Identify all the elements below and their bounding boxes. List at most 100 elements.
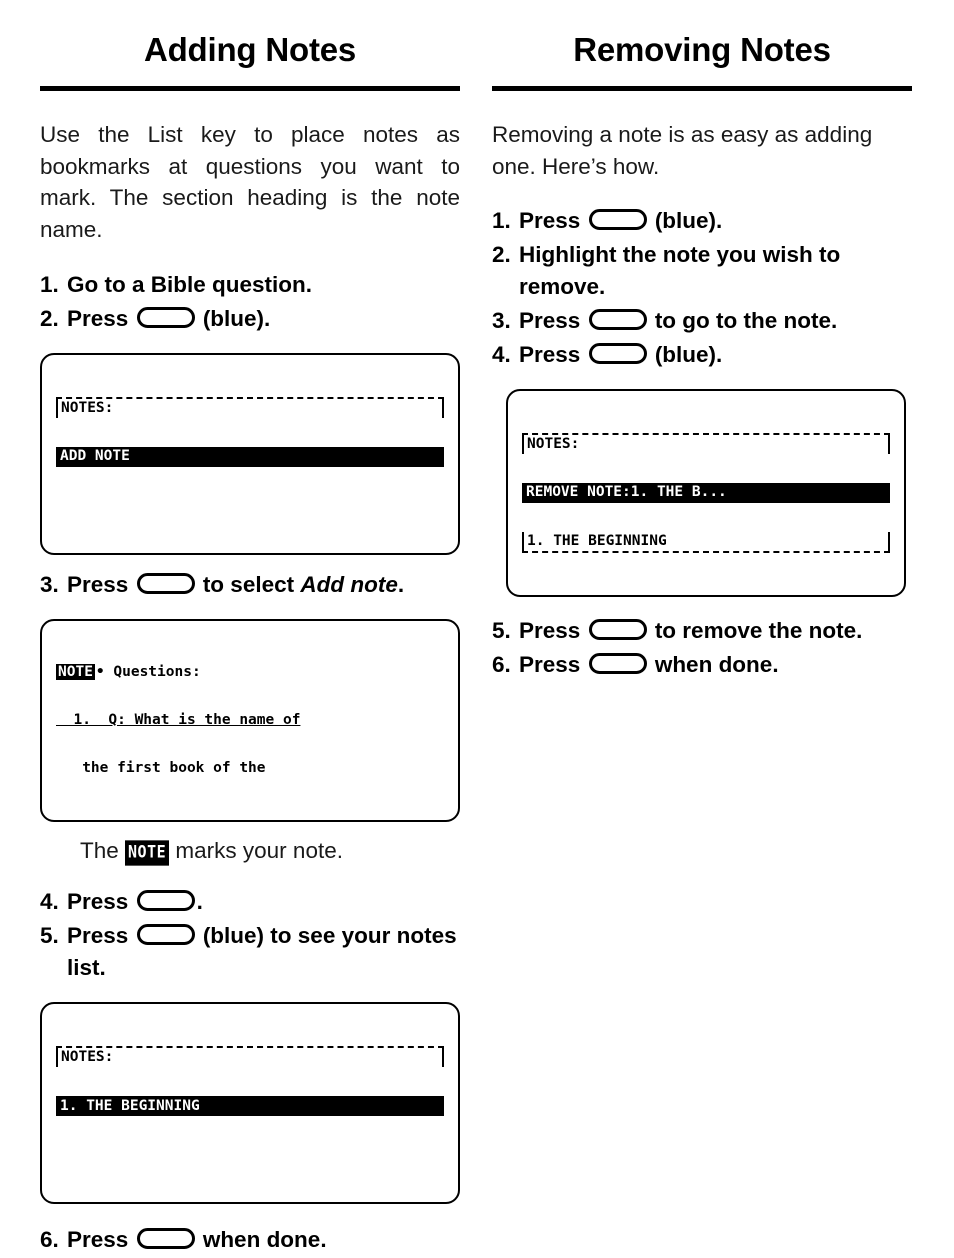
step-number: 3.: [40, 571, 59, 597]
step-number: 1.: [40, 271, 59, 297]
step-text-tail: to go to the note.: [648, 307, 838, 333]
title-rule-left: [40, 85, 460, 91]
step-number: 3.: [492, 307, 511, 333]
lcd-text: REMOVE NOTE:1. THE B...: [526, 484, 727, 501]
manual-page: Adding Notes Use the List key to place n…: [0, 0, 954, 1252]
step-number: 2.: [40, 305, 59, 331]
rounded-key-icon[interactable]: [136, 924, 195, 946]
step-text: Press: [67, 889, 135, 915]
step-text: Press: [519, 341, 587, 367]
step-text: Highlight the note you wish to remove.: [519, 241, 841, 299]
step-item: 3. Press to go to the note.: [492, 305, 912, 337]
right-column: Removing Notes Removing a note is as eas…: [492, 0, 912, 683]
steps-list-removing-2: 5. Press to remove the note. 6. Press wh…: [492, 615, 912, 681]
rounded-key-icon[interactable]: [136, 572, 195, 594]
lcd-line: NOTES:: [56, 396, 444, 418]
lcd-text: NOTES:: [527, 435, 580, 452]
step-item: 3. Press to select Add note.: [40, 569, 460, 601]
lcd-screen-question: NOTE • Questions: 1. Q: What is the name …: [40, 618, 460, 822]
rounded-key-icon[interactable]: [136, 890, 195, 912]
rounded-key-icon[interactable]: [588, 652, 647, 674]
note-marker-caption: The NOTE marks your note.: [40, 837, 460, 866]
lcd-line-highlighted: REMOVE NOTE:1. THE B...: [522, 482, 890, 503]
steps-list-adding-4: 6. Press when done.: [40, 1224, 460, 1256]
step-text-tail: to select: [196, 571, 301, 597]
lcd-content: NOTES: 1. THE BEGINNING: [56, 1017, 444, 1189]
step-item: 2. Press (blue).: [40, 303, 460, 335]
lcd-line: NOTE • Questions:: [56, 663, 444, 682]
rounded-key-icon[interactable]: [588, 308, 647, 330]
caption-text-before: The: [80, 837, 126, 863]
step-text: Press: [67, 305, 135, 331]
lcd-text: NOTES:: [61, 1049, 114, 1066]
intro-paragraph-removing: Removing a note is as easy as adding one…: [492, 121, 873, 179]
lcd-line: 1. Q: What is the name of: [56, 711, 444, 730]
step-text-tail: when done.: [648, 651, 779, 677]
steps-list-removing-1: 1. Press (blue). 2. Highlight the note y…: [492, 205, 912, 371]
steps-list-adding-3: 4. Press . 5. Press (blue) to see your n…: [40, 886, 460, 984]
lcd-note-badge: NOTE: [56, 663, 95, 681]
rounded-key-icon[interactable]: [588, 342, 647, 364]
step-item: 5. Press (blue) to see your notes list.: [40, 920, 460, 984]
step-item: 4. Press .: [40, 886, 460, 918]
caption-text-after: marks your note.: [169, 837, 343, 863]
step-emphasis: Add note: [300, 571, 398, 597]
lcd-text: • Questions:: [95, 663, 201, 680]
step-number: 2.: [492, 241, 511, 267]
step-text-end: .: [397, 571, 405, 597]
step-text-tail: (blue).: [648, 341, 723, 367]
lcd-screen-notes-list: NOTES: 1. THE BEGINNING: [40, 1001, 460, 1204]
step-item: 2. Highlight the note you wish to remove…: [492, 239, 912, 303]
step-number: 4.: [492, 341, 511, 367]
lcd-content: NOTES: REMOVE NOTE:1. THE B... 1. THE BE…: [522, 404, 890, 582]
step-number: 6.: [40, 1226, 59, 1252]
step-text: Press: [519, 617, 587, 643]
lcd-text: 1. Q: What is the name of: [56, 711, 301, 728]
step-item: 6. Press when done.: [492, 649, 912, 681]
left-column: Adding Notes Use the List key to place n…: [40, 0, 460, 1258]
step-number: 5.: [492, 617, 511, 643]
step-number: 5.: [40, 923, 59, 949]
lcd-content: NOTE • Questions: 1. Q: What is the name …: [56, 634, 444, 807]
step-text: Press: [67, 571, 135, 597]
intro-paragraph-adding: Use the List key to place notes as bookm…: [40, 121, 460, 243]
step-item: 6. Press when done.: [40, 1224, 460, 1256]
step-number: 4.: [40, 889, 59, 915]
step-text: Press: [519, 207, 587, 233]
step-text-tail: (blue).: [196, 305, 271, 331]
lcd-blank-line: [56, 1145, 444, 1160]
lcd-content: NOTES: ADD NOTE: [56, 368, 444, 540]
rounded-key-icon[interactable]: [136, 1227, 195, 1249]
step-number: 6.: [492, 651, 511, 677]
lcd-screen-add-note: NOTES: ADD NOTE: [40, 352, 460, 555]
lcd-line-highlighted: 1. THE BEGINNING: [56, 1095, 444, 1116]
step-item: 1. Go to a Bible question.: [40, 269, 460, 301]
step-text-tail: when done.: [196, 1226, 327, 1252]
lcd-text: NOTES:: [61, 399, 114, 416]
page-title-adding-notes: Adding Notes: [143, 31, 357, 68]
lcd-line-highlighted: ADD NOTE: [56, 446, 444, 467]
title-rule-right: [492, 85, 912, 91]
lcd-line: NOTES:: [522, 432, 890, 454]
rounded-key-icon[interactable]: [588, 618, 647, 640]
lcd-text: 1. THE BEGINNING: [60, 1097, 200, 1114]
step-text: Press: [67, 1226, 135, 1252]
page-title-removing-notes: Removing Notes: [573, 31, 831, 68]
step-text: Press: [67, 923, 135, 949]
lcd-line: NOTES:: [56, 1045, 444, 1067]
step-number: 1.: [492, 207, 511, 233]
steps-list-adding-1: 1. Go to a Bible question. 2. Press (blu…: [40, 269, 460, 335]
steps-list-adding-2: 3. Press to select Add note.: [40, 569, 460, 601]
step-text: Press: [519, 307, 587, 333]
rounded-key-icon[interactable]: [136, 306, 195, 328]
step-item: 1. Press (blue).: [492, 205, 912, 237]
step-text-tail: (blue).: [648, 207, 723, 233]
step-item: 5. Press to remove the note.: [492, 615, 912, 647]
note-badge-icon: NOTE: [125, 840, 170, 866]
step-item: 4. Press (blue).: [492, 339, 912, 371]
rounded-key-icon[interactable]: [588, 208, 647, 230]
step-text: Press: [519, 651, 587, 677]
lcd-text: 1. THE BEGINNING: [527, 532, 667, 549]
lcd-text: ADD NOTE: [60, 448, 130, 465]
lcd-line: 1. THE BEGINNING: [522, 531, 890, 553]
